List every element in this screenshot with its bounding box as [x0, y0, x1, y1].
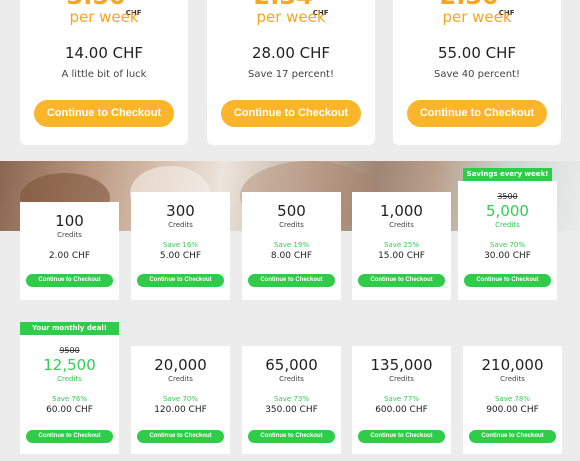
original-credit-amount: 9500	[59, 346, 80, 355]
credit-checkout-button[interactable]: Continue to Checkout	[137, 274, 224, 287]
original-credit-amount: 3500	[497, 192, 518, 201]
plan-card-1: 3.50CHF per week 14.00 CHF A little bit …	[20, 0, 188, 145]
credit-card-5000: 3500 5,000 Credits Save 70% 30.00 CHF Co…	[458, 181, 557, 300]
credit-amount: 1,000	[380, 202, 423, 220]
credit-card-135000: 135,000 Credits Save 77% 600.00 CHF Cont…	[352, 346, 451, 454]
credit-card-20000: 20,000 Credits Save 70% 120.00 CHF Conti…	[131, 346, 230, 454]
credit-price: 5.00 CHF	[159, 251, 202, 261]
plan-big-price: 2.30CHF	[440, 0, 515, 17]
plan-total-price: 14.00 CHF	[64, 44, 144, 62]
credit-checkout-button[interactable]: Continue to Checkout	[26, 430, 113, 443]
credit-amount: 500	[277, 202, 306, 220]
credit-amount: 5,000	[486, 202, 529, 220]
plan-per-week: per week	[256, 8, 326, 26]
monthly-deal-ribbon: Your monthly deal!	[20, 322, 119, 335]
credit-card-1000: 1,000 Credits Save 25% 15.00 CHF Continu…	[352, 192, 451, 300]
credit-amount: 210,000	[481, 356, 544, 374]
credit-label: Credits	[168, 221, 193, 229]
credit-card-300: 300 Credits Save 16% 5.00 CHF Continue t…	[131, 192, 230, 300]
credit-card-100: 100 Credits 2.00 CHF Continue to Checkou…	[20, 202, 119, 300]
credit-amount: 12,500	[43, 356, 96, 374]
credit-checkout-button[interactable]: Continue to Checkout	[358, 274, 445, 287]
credit-amount: 65,000	[265, 356, 318, 374]
credit-price: 900.00 CHF	[486, 405, 539, 415]
credit-savings: Save 70%	[163, 395, 198, 403]
credit-checkout-button[interactable]: Continue to Checkout	[464, 274, 551, 287]
credit-savings: Save 76%	[52, 395, 87, 403]
credit-checkout-button[interactable]: Continue to Checkout	[137, 430, 224, 443]
credit-savings: Save 78%	[495, 395, 530, 403]
credit-price: 30.00 CHF	[484, 251, 531, 261]
credit-savings: Save 16%	[163, 241, 198, 249]
plan-per-week: per week	[442, 8, 512, 26]
plan-total-price: 55.00 CHF	[437, 44, 517, 62]
credit-label: Credits	[279, 375, 304, 383]
credit-checkout-button[interactable]: Continue to Checkout	[248, 430, 335, 443]
credit-savings: Save 19%	[274, 241, 309, 249]
credit-checkout-button[interactable]: Continue to Checkout	[26, 274, 113, 287]
credit-price: 15.00 CHF	[378, 251, 425, 261]
plan-checkout-button[interactable]: Continue to Checkout	[221, 100, 361, 127]
savings-every-week-ribbon: Savings every week!	[463, 168, 552, 181]
credit-checkout-button[interactable]: Continue to Checkout	[358, 430, 445, 443]
credit-price: 350.00 CHF	[265, 405, 318, 415]
credit-label: Credits	[500, 375, 525, 383]
credit-savings: Save 25%	[384, 241, 419, 249]
credit-label: Credits	[389, 375, 414, 383]
plan-checkout-button[interactable]: Continue to Checkout	[407, 100, 547, 127]
credit-card-500: 500 Credits Save 19% 8.00 CHF Continue t…	[242, 192, 341, 300]
credit-savings: Save 73%	[274, 395, 309, 403]
plan-note: Save 17 percent!	[248, 69, 334, 80]
credit-price: 8.00 CHF	[270, 251, 313, 261]
credit-label: Credits	[495, 221, 520, 229]
credit-amount: 100	[55, 212, 84, 230]
plan-note: A little bit of luck	[61, 69, 147, 80]
credit-card-12500: 9500 12,500 Credits Save 76% 60.00 CHF C…	[20, 335, 119, 454]
credit-label: Credits	[168, 375, 193, 383]
credit-label: Credits	[57, 231, 82, 239]
credit-price: 2.00 CHF	[48, 251, 91, 261]
credit-amount: 20,000	[154, 356, 207, 374]
plan-total-price: 28.00 CHF	[251, 44, 331, 62]
credit-savings: Save 70%	[490, 241, 525, 249]
credit-price: 600.00 CHF	[375, 405, 428, 415]
credit-checkout-button[interactable]: Continue to Checkout	[469, 430, 556, 443]
credit-amount: 135,000	[370, 356, 433, 374]
plan-checkout-button[interactable]: Continue to Checkout	[34, 100, 174, 127]
plan-card-2: 2.34CHF per week 28.00 CHF Save 17 perce…	[207, 0, 375, 145]
credit-label: Credits	[57, 375, 82, 383]
credit-label: Credits	[279, 221, 304, 229]
plan-per-week: per week	[69, 8, 139, 26]
credit-price: 120.00 CHF	[154, 405, 207, 415]
credit-checkout-button[interactable]: Continue to Checkout	[248, 274, 335, 287]
credit-card-210000: 210,000 Credits Save 78% 900.00 CHF Cont…	[463, 346, 562, 454]
credit-savings: Save 77%	[384, 395, 419, 403]
plan-note: Save 40 percent!	[434, 69, 520, 80]
plan-card-3: 2.30CHF per week 55.00 CHF Save 40 perce…	[393, 0, 561, 145]
credit-card-65000: 65,000 Credits Save 73% 350.00 CHF Conti…	[242, 346, 341, 454]
plan-big-price: 3.50CHF	[67, 0, 142, 17]
credit-label: Credits	[389, 221, 414, 229]
credit-amount: 300	[166, 202, 195, 220]
plan-big-price: 2.34CHF	[254, 0, 329, 17]
credit-price: 60.00 CHF	[46, 405, 93, 415]
